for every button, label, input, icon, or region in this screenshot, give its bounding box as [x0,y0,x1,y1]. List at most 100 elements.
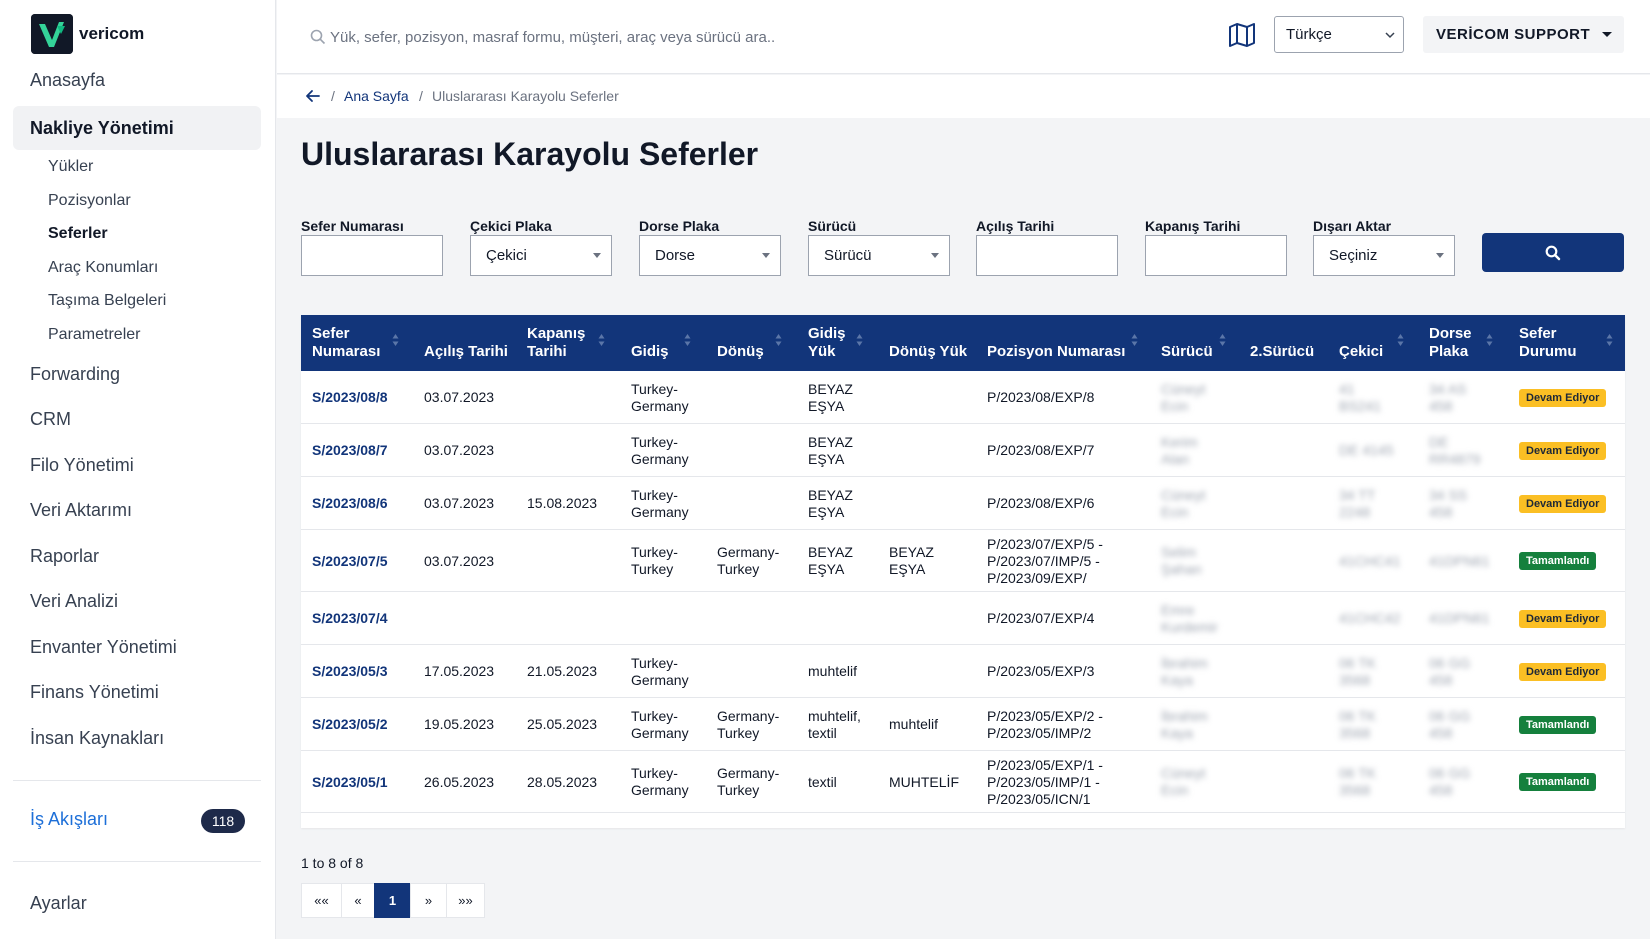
sidebar-item-forwarding[interactable]: Forwarding [30,364,120,385]
table-row[interactable]: S/2023/07/4 P/2023/07/EXP/4 Emre Kurdemir 41… [301,592,1625,645]
column-header-dorse-plaka[interactable]: Dorse Plaka [1429,325,1472,361]
global-search-input[interactable] [330,22,970,52]
cell-line: Emre [1161,602,1195,618]
caret-down-icon [1436,253,1444,258]
pagination: «« « 1 » »» [301,883,485,918]
table-row[interactable]: S/2023/05/3 17.05.2023 21.05.2023 Turkey- Ge… [301,645,1625,698]
back-arrow-icon[interactable] [305,89,321,103]
column-header-sefer-numarasi[interactable]: Sefer Numarası [312,325,380,361]
sidebar-item-insan-kaynaklari[interactable]: İnsan Kaynakları [30,728,164,749]
brand-logo[interactable]: vericom [31,14,144,54]
sidebar-item-anasayfa[interactable]: Anasayfa [30,70,105,91]
filter-dorse-plaka-select[interactable]: Dorse [639,235,781,276]
sidebar-item-veri-aktarimi[interactable]: Veri Aktarımı [30,500,132,521]
sidebar-item-label: Nakliye Yönetimi [30,118,174,138]
table-row[interactable]: S/2023/05/1 26.05.2023 28.05.2023 Turkey- Ge… [301,751,1625,813]
filter-sefer-numarasi-input[interactable] [301,235,443,276]
filter-acilis-tarihi-input[interactable] [976,235,1118,276]
pagination-next-button[interactable]: » [410,883,447,918]
filter-cekici-plaka-select[interactable]: Çekici [470,235,612,276]
sefer-number-link[interactable]: S/2023/05/2 [312,716,388,733]
sidebar-item-envanter-yonetimi[interactable]: Envanter Yönetimi [30,637,177,658]
cell-line: BEYAZ [808,544,853,560]
breadcrumb-separator: / [419,88,423,104]
sort-icon[interactable] [598,333,605,347]
sort-icon[interactable] [856,333,863,347]
sidebar-item-veri-analizi[interactable]: Veri Analizi [30,591,118,612]
cell-line: S/2023/08/6 [312,495,388,511]
column-header-donus-yuk[interactable]: Dönüş Yük [889,343,967,361]
sidebar-subitem-pozisyonlar[interactable]: Pozisyonlar [48,192,131,210]
table-row[interactable]: S/2023/05/2 19.05.2023 25.05.2023 Turkey- Ge… [301,698,1625,751]
sort-icon[interactable] [1606,333,1613,347]
acilis-tarihi-cell: 19.05.2023 [424,716,494,733]
column-header-acilis-tarihi[interactable]: Açılış Tarihi [424,343,508,361]
sidebar-item-nakliye-yonetimi[interactable]: Nakliye Yönetimi [13,106,261,150]
sort-icon[interactable] [392,333,399,347]
filter-kapanis-tarihi-input[interactable] [1145,235,1287,276]
dorse-plaka-cell: DE RR4879 [1429,434,1480,468]
column-header-donus[interactable]: Dönüş [717,343,764,361]
column-header-surucu-2[interactable]: 2.Sürücü [1250,343,1314,361]
acilis-tarihi-cell: 03.07.2023 [424,389,494,406]
sidebar-item-ayarlar[interactable]: Ayarlar [30,893,87,914]
table-row[interactable]: S/2023/08/7 03.07.2023 Turkey- Germany BEYAZ… [301,424,1625,477]
pagination-last-button[interactable]: »» [446,883,485,918]
sort-icon[interactable] [775,333,782,347]
surucu-cell: Cüneyt Ecin [1161,381,1205,415]
pagination-first-button[interactable]: «« [301,883,342,918]
table-row[interactable]: S/2023/08/6 03.07.2023 15.08.2023 Turkey- Ge… [301,477,1625,530]
breadcrumb-home-link[interactable]: Ana Sayfa [344,88,409,104]
sidebar-subitem-tasima-belgeleri[interactable]: Taşıma Belgeleri [48,292,166,310]
filter-surucu-select[interactable]: Sürücü [808,235,950,276]
sefer-number-link[interactable]: S/2023/07/5 [312,553,388,570]
sidebar-item-finans-yonetimi[interactable]: Finans Yönetimi [30,682,159,703]
search-button[interactable] [1482,233,1624,272]
pozisyon-numarasi-cell: P/2023/07/EXP/4 [987,610,1094,627]
cell-line: P/2023/05/ICN/1 [987,791,1091,807]
cell-line: S/2023/05/3 [312,663,388,679]
cell-line: P/2023/07/IMP/5 - [987,553,1100,569]
sefer-number-link[interactable]: S/2023/05/1 [312,774,388,791]
sidebar-item-is-akislari[interactable]: İş Akışları [30,809,108,830]
acilis-tarihi-cell: 17.05.2023 [424,663,494,680]
sidebar-item-raporlar[interactable]: Raporlar [30,546,99,567]
status-badge: Devam Ediyor [1519,389,1607,407]
sefer-number-link[interactable]: S/2023/08/8 [312,389,388,406]
column-header-cekici[interactable]: Çekici [1339,343,1383,361]
sort-icon[interactable] [1219,333,1226,347]
sort-icon[interactable] [1486,333,1493,347]
pagination-page-button[interactable]: 1 [374,883,411,918]
language-select[interactable]: Türkçe [1274,16,1404,53]
sefer-number-link[interactable]: S/2023/08/7 [312,442,388,459]
breadcrumb-current: Uluslararası Karayolu Seferler [432,88,619,104]
pagination-prev-button[interactable]: « [341,883,375,918]
sidebar-subitem-arac-konumlari[interactable]: Araç Konumları [48,259,158,277]
sidebar-subitem-seferler[interactable]: Seferler [48,225,108,243]
sefer-number-link[interactable]: S/2023/07/4 [312,610,388,627]
table-row[interactable]: S/2023/07/5 03.07.2023 Turkey- Turkey German… [301,530,1625,592]
sort-icon[interactable] [684,333,691,347]
sidebar-subitem-parametreler[interactable]: Parametreler [48,326,140,344]
user-menu-button[interactable]: VERİCOM SUPPORT [1423,16,1624,53]
cell-line: EŞYA [808,398,845,414]
column-header-gidis[interactable]: Gidiş [631,343,669,361]
column-header-surucu[interactable]: Sürücü [1161,343,1213,361]
cell-line: Kaya [1161,672,1193,688]
sort-icon[interactable] [1131,333,1138,347]
sidebar-item-crm[interactable]: CRM [30,409,71,430]
filter-value: Çekici [486,247,527,264]
sort-icon[interactable] [1397,333,1404,347]
table-row[interactable]: S/2023/08/8 03.07.2023 Turkey- Germany BEYAZ… [301,371,1625,424]
filter-disari-aktar-select[interactable]: Seçiniz [1313,235,1455,276]
sidebar-subitem-yukler[interactable]: Yükler [48,158,93,176]
column-header-pozisyon-numarasi[interactable]: Pozisyon Numarası [987,343,1125,361]
map-icon[interactable] [1228,22,1256,48]
cell-line: Turkey [631,561,674,577]
sidebar-item-filo-yonetimi[interactable]: Filo Yönetimi [30,455,134,476]
column-header-sefer-durumu[interactable]: Sefer Durumu [1519,325,1577,361]
sefer-number-link[interactable]: S/2023/08/6 [312,495,388,512]
column-header-gidis-yuk[interactable]: Gidiş Yük [808,325,846,361]
column-header-kapanis-tarihi[interactable]: Kapanış Tarihi [527,325,585,361]
sefer-number-link[interactable]: S/2023/05/3 [312,663,388,680]
